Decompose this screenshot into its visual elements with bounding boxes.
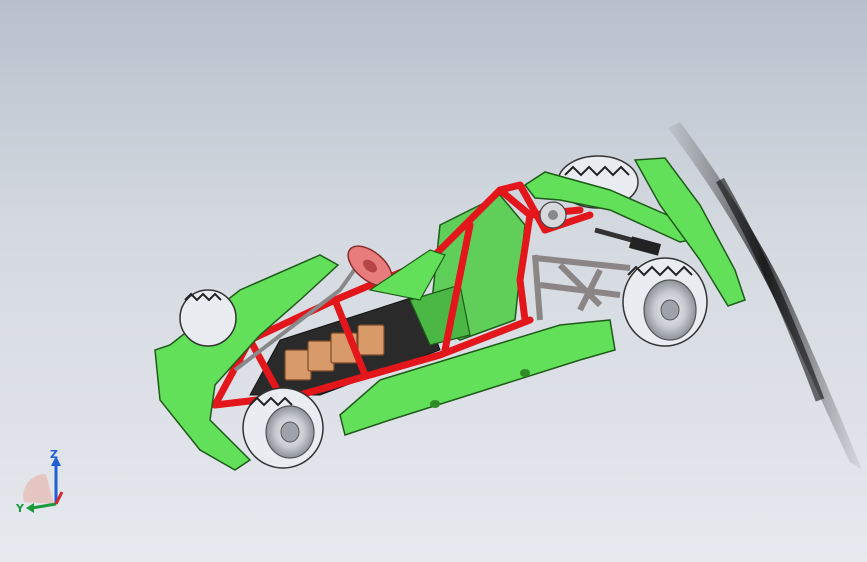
wheel-front-left [179,289,237,347]
triad-y-axis [31,502,57,510]
cad-3d-viewport[interactable]: Z Y [0,0,867,562]
orientation-triad: Z Y [14,444,74,520]
triad-y-arrow [26,503,34,513]
rear-subframe [532,254,631,321]
triad-y-label: Y [15,502,25,515]
triad-x-arc [23,473,54,504]
go-kart-3d-model[interactable] [0,0,867,562]
wheel-rear-right [622,257,708,347]
triad-z-label: Z [50,448,58,461]
wheel-front-right [242,387,324,469]
